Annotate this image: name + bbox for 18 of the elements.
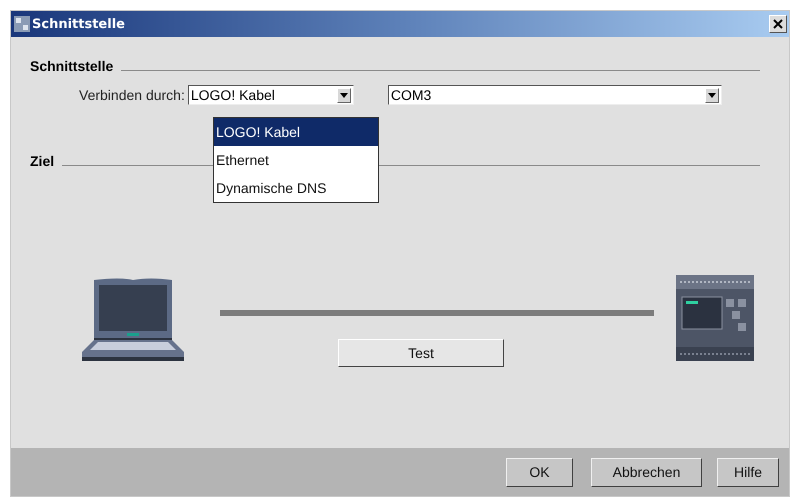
window-title: Schnittstelle bbox=[32, 16, 125, 32]
close-icon bbox=[773, 19, 783, 29]
ok-button[interactable]: OK bbox=[506, 458, 573, 486]
laptop-icon bbox=[80, 278, 186, 362]
test-button[interactable]: Test bbox=[338, 339, 504, 367]
dropdown-option[interactable]: Dynamische DNS bbox=[214, 174, 378, 202]
controller-device-icon bbox=[676, 275, 754, 361]
help-button[interactable]: Hilfe bbox=[717, 458, 779, 486]
cancel-button[interactable]: Abbrechen bbox=[591, 458, 702, 486]
section-heading: Schnittstelle bbox=[30, 58, 114, 74]
connection-type-dropdown[interactable]: LOGO! Kabel bbox=[188, 85, 354, 105]
close-button[interactable] bbox=[769, 15, 787, 33]
dropdown-option[interactable]: Ethernet bbox=[214, 146, 378, 174]
dropdown-option[interactable]: LOGO! Kabel bbox=[214, 118, 378, 146]
app-logo-icon bbox=[14, 16, 30, 32]
port-dropdown[interactable]: COM3 bbox=[388, 85, 722, 105]
connect-label: Verbinden durch: bbox=[79, 87, 185, 103]
section-heading: Ziel bbox=[30, 153, 54, 169]
